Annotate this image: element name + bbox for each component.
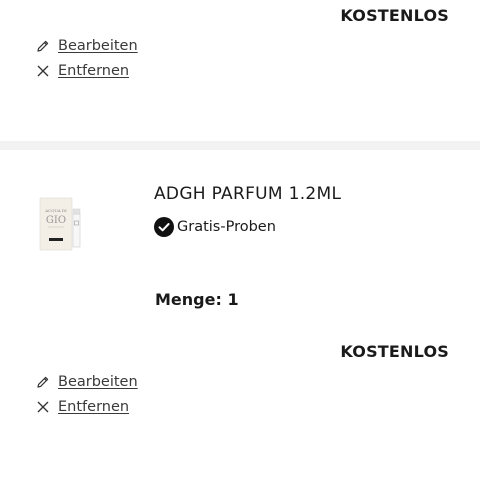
remove-label: Entfernen [58,399,130,415]
edit-button[interactable]: Bearbeiten [36,374,138,390]
remove-button[interactable]: Entfernen [36,63,129,79]
pencil-icon [36,39,50,53]
remove-button[interactable]: Entfernen [36,399,129,415]
product-name[interactable]: ADGH PARFUM 1.2ML [154,184,341,204]
remove-label: Entfernen [58,63,130,79]
close-icon [36,64,50,78]
item-price: KOSTENLOS [340,6,449,25]
badge-label: Gratis-Proben [177,219,276,235]
edit-label: Bearbeiten [58,38,138,54]
check-circle-icon [154,217,174,237]
edit-button[interactable]: Bearbeiten [36,38,138,54]
edit-label: Bearbeiten [58,374,138,390]
item-price: KOSTENLOS [340,342,449,361]
quantity-label: Menge: 1 [155,290,239,309]
pencil-icon [36,375,50,389]
product-image[interactable]: ACQUA DI GIO [32,190,92,254]
svg-text:ACQUA DI: ACQUA DI [44,208,67,213]
free-sample-badge: Gratis-Proben [154,217,276,237]
close-icon [36,400,50,414]
item-divider [0,141,480,150]
svg-text:GIO: GIO [46,215,66,226]
